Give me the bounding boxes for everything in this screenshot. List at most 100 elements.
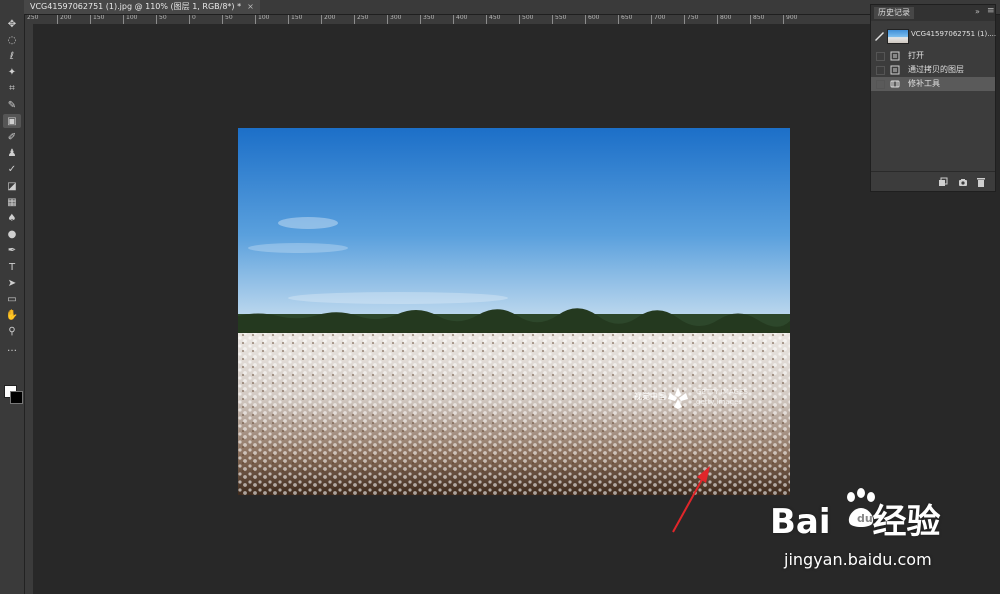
document-tab[interactable]: VCG41597062751 (1).jpg @ 110% (图层 1, RGB… — [24, 0, 260, 14]
ruler-label: 500 — [522, 15, 534, 21]
history-panel: 历史记录 » ≡ VCG41597062751 (1).... 打开 通过拷贝的… — [870, 4, 996, 192]
baidu-url: jingyan.baidu.com — [784, 550, 932, 569]
ruler-label: 300 — [390, 15, 402, 21]
document-tab-title: VCG41597062751 (1).jpg @ 110% (图层 1, RGB… — [30, 2, 242, 11]
close-tab-icon[interactable]: × — [247, 2, 254, 11]
ruler-tick: 900 — [783, 15, 797, 24]
ruler-tick: 700 — [651, 15, 665, 24]
path-select-tool-icon[interactable]: ➤ — [3, 276, 21, 290]
blur-tool-icon[interactable]: ♠ — [3, 211, 21, 225]
history-item-open[interactable]: 打开 — [871, 49, 995, 63]
baidu-jingyan-watermark: du Bai 经验 jingyan.baidu.com — [760, 488, 1000, 594]
history-brush-tool-icon[interactable]: ✓ — [3, 163, 21, 177]
marquee-tool-icon[interactable]: ◌ — [3, 33, 21, 47]
ruler-tick: 50 — [156, 15, 167, 24]
gradient-tool-icon[interactable]: ▦ — [3, 195, 21, 209]
document-icon — [890, 51, 900, 61]
ruler-tick: 750 — [684, 15, 698, 24]
panel-menu-icon[interactable]: ≡ — [987, 6, 995, 16]
snapshot-thumbnail — [887, 29, 909, 44]
ruler-label: 200 — [60, 15, 72, 21]
camera-icon[interactable] — [958, 177, 968, 187]
stamp-tool-icon[interactable]: ♟ — [3, 147, 21, 161]
ruler-label: 800 — [720, 15, 732, 21]
pen-tool-icon[interactable]: ✒ — [3, 244, 21, 258]
ruler-label: 250 — [27, 15, 39, 21]
ruler-label: 100 — [258, 15, 270, 21]
ruler-tick: 850 — [750, 15, 764, 24]
history-panel-footer — [871, 171, 995, 192]
history-panel-title[interactable]: 历史记录 — [874, 7, 914, 19]
ruler-label: 50 — [225, 15, 233, 21]
ruler-tick: 450 — [486, 15, 500, 24]
lasso-tool-icon[interactable]: ℓ — [3, 49, 21, 63]
ruler-label: 250 — [357, 15, 369, 21]
ruler-tick: 400 — [453, 15, 467, 24]
photo-watermark: 视觉中国 GETTY IMAGES getty images — [630, 383, 780, 413]
zoom-tool-icon[interactable]: ⚲ — [3, 325, 21, 339]
ruler-tick: 300 — [387, 15, 401, 24]
ruler-tick: 600 — [585, 15, 599, 24]
ruler-label: 150 — [291, 15, 303, 21]
type-tool-icon[interactable]: T — [3, 260, 21, 274]
history-item-patch-tool[interactable]: 修补工具 — [871, 77, 995, 91]
patch-icon — [890, 80, 900, 88]
document-image[interactable] — [238, 128, 790, 495]
ruler-label: 750 — [687, 15, 699, 21]
ruler-tick: 800 — [717, 15, 731, 24]
patch-tool-icon[interactable]: ▣ — [3, 114, 21, 129]
history-item-label: 打开 — [908, 51, 924, 60]
ruler-label: 350 — [423, 15, 435, 21]
history-snapshot[interactable]: VCG41597062751 (1).... — [871, 25, 996, 47]
collapse-panel-icon[interactable]: » — [975, 7, 980, 16]
ruler-tick: 350 — [420, 15, 434, 24]
history-checkbox[interactable] — [876, 66, 885, 75]
trash-icon[interactable] — [976, 177, 986, 187]
horizontal-ruler: 250 200 150 100 50 0 50 100 150 200 250 300 350 400 45… — [24, 15, 870, 24]
ruler-label: 550 — [555, 15, 567, 21]
history-brush-icon[interactable] — [874, 31, 884, 41]
brush-tool-icon[interactable]: ✐ — [3, 130, 21, 144]
watermark-en-2: getty images — [696, 398, 743, 406]
ruler-tick: 650 — [618, 15, 632, 24]
ruler-tick: 200 — [57, 15, 71, 24]
history-checkbox[interactable] — [876, 80, 885, 89]
ruler-label: 450 — [489, 15, 501, 21]
dodge-tool-icon[interactable]: ● — [3, 228, 21, 242]
hand-tool-icon[interactable]: ✋ — [3, 309, 21, 323]
ruler-label: 900 — [786, 15, 798, 21]
ruler-label: 0 — [192, 15, 196, 21]
ruler-label: 700 — [654, 15, 666, 21]
history-panel-header: 历史记录 » ≡ — [871, 5, 995, 21]
history-item-label: 通过拷贝的图层 — [908, 65, 964, 74]
crop-tool-icon[interactable]: ⌗ — [3, 82, 21, 96]
ruler-tick: 100 — [123, 15, 137, 24]
baidu-logo-jingyan: 经验 — [872, 502, 941, 542]
move-tool-icon[interactable]: ✥ — [3, 17, 21, 31]
tools-panel: ✥ ◌ ℓ ✦ ⌗ ✎ ▣ ✐ ♟ ✓ ◪ ▦ ♠ ● ✒ T ➤ ▭ ✋ ⚲ … — [0, 14, 25, 594]
quick-select-tool-icon[interactable]: ✦ — [3, 66, 21, 80]
ruler-label: 150 — [93, 15, 105, 21]
eyedropper-tool-icon[interactable]: ✎ — [3, 98, 21, 112]
vertical-ruler — [24, 24, 33, 594]
watermark-en-1: GETTY IMAGES — [696, 388, 748, 396]
more-tool-icon[interactable]: … — [3, 341, 21, 355]
ruler-label: 650 — [621, 15, 633, 21]
history-item-layer-via-copy[interactable]: 通过拷贝的图层 — [871, 63, 995, 77]
ruler-label: 50 — [159, 15, 167, 21]
ruler-tick: 150 — [90, 15, 104, 24]
ruler-label: 200 — [324, 15, 336, 21]
shape-tool-icon[interactable]: ▭ — [3, 292, 21, 306]
background-color-swatch[interactable] — [10, 391, 23, 404]
eraser-tool-icon[interactable]: ◪ — [3, 179, 21, 193]
ruler-tick: 50 — [222, 15, 233, 24]
ruler-label: 600 — [588, 15, 600, 21]
new-document-from-state-icon[interactable] — [938, 177, 948, 187]
ruler-tick: 0 — [189, 15, 196, 24]
history-checkbox[interactable] — [876, 52, 885, 61]
history-item-label: 修补工具 — [908, 79, 940, 88]
cotton-field-photo — [238, 128, 790, 495]
ruler-label: 400 — [456, 15, 468, 21]
ruler-tick: 100 — [255, 15, 269, 24]
ruler-tick: 250 — [354, 15, 368, 24]
